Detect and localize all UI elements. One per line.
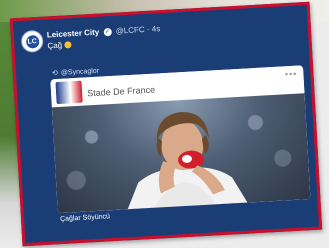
retweet-line[interactable]: ⟲ @Syncaglor [52, 67, 99, 78]
mention-handle[interactable]: @Syncaglor [61, 68, 100, 77]
embedded-post-caption: Çağlar Söyüncü [59, 213, 111, 224]
account-avatar[interactable]: LC [20, 29, 44, 53]
meta-separator: · [146, 24, 150, 34]
embedded-photo[interactable] [51, 93, 311, 214]
player-kissing-shirt-image [127, 112, 248, 210]
account-handle[interactable]: @LCFC [115, 25, 144, 36]
tweet-text: Çağ [47, 40, 72, 51]
tweet-card[interactable]: LC Leicester City ✓ @LCFC · 4s Çağ ⟲ @Syn… [9, 1, 323, 247]
emoji-icon [63, 41, 72, 49]
embedded-post[interactable]: Stade De France ••• [50, 65, 311, 214]
account-name[interactable]: Leicester City [47, 28, 100, 40]
retweet-icon: ⟲ [51, 69, 59, 78]
more-options-icon[interactable]: ••• [285, 69, 298, 80]
france-team-logo-icon [55, 80, 83, 105]
embedded-post-location: Stade De France [86, 84, 156, 99]
verified-badge-icon: ✓ [103, 27, 112, 37]
club-crest-icon: LC [25, 34, 40, 49]
tweet-text-content: Çağ [47, 40, 63, 51]
tweet-time[interactable]: 4s [152, 24, 161, 33]
tweet-header: Leicester City ✓ @LCFC · 4s [47, 24, 161, 39]
